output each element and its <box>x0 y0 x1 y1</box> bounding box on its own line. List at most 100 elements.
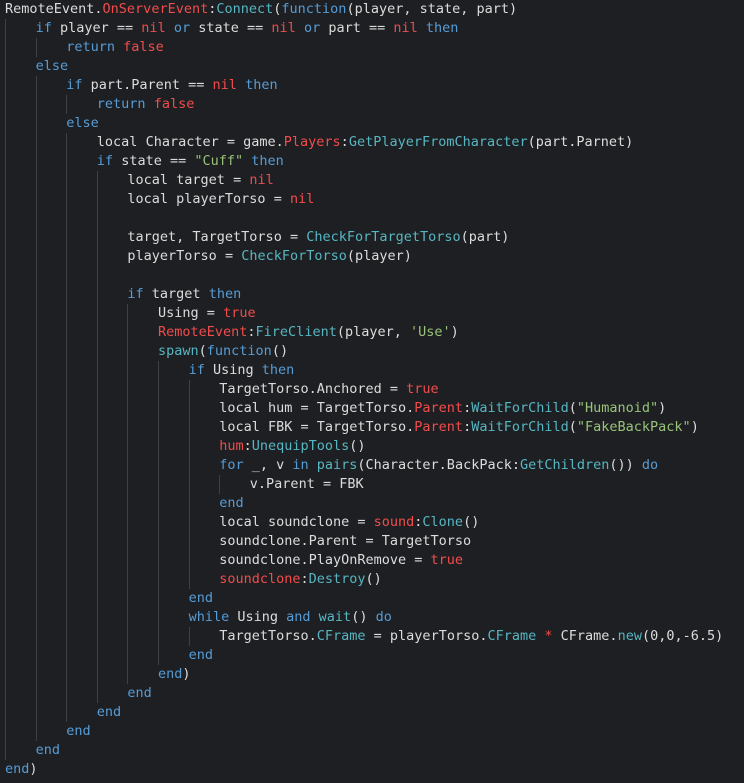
code-line[interactable]: local target = nil <box>0 171 744 190</box>
code-line[interactable]: return false <box>0 38 744 57</box>
indent-guide <box>35 475 37 494</box>
code-line[interactable]: local FBK = TargetTorso.Parent:WaitForCh… <box>0 418 744 437</box>
indent-guide <box>127 361 129 380</box>
code-text: soundclone:Destroy() <box>219 571 382 587</box>
code-token: = <box>233 172 242 188</box>
code-line[interactable]: RemoteEvent.OnServerEvent:Connect(functi… <box>0 0 744 19</box>
code-line[interactable]: if target then <box>0 285 744 304</box>
code-line[interactable]: end <box>0 741 744 760</box>
code-line[interactable] <box>0 209 744 228</box>
indent-guide <box>96 551 98 570</box>
indent-guide <box>5 665 6 684</box>
code-line[interactable]: if player == nil or state == nil or part… <box>0 19 744 38</box>
indent-guide <box>35 399 37 418</box>
code-line[interactable]: local Character = game.Players:GetPlayer… <box>0 133 744 152</box>
code-token: ( <box>568 419 577 435</box>
code-token: end <box>96 704 122 720</box>
code-token: target, TargetTorso <box>127 229 290 245</box>
code-line[interactable]: end <box>0 684 744 703</box>
code-line[interactable]: RemoteEvent:FireClient(player, 'Use') <box>0 323 744 342</box>
indent-guide <box>66 513 68 532</box>
code-line[interactable]: target, TargetTorso = CheckForTargetTors… <box>0 228 744 247</box>
indent-guide <box>35 152 37 171</box>
indent-guide <box>5 627 6 646</box>
code-text: local playerTorso = nil <box>127 191 314 207</box>
code-token: "FakeBackPack" <box>576 419 691 435</box>
indent-guide <box>66 285 68 304</box>
indent-guide <box>5 266 6 285</box>
code-line[interactable]: if Using then <box>0 361 744 380</box>
code-line[interactable]: playerTorso = CheckForTorso(player) <box>0 247 744 266</box>
code-line[interactable]: v.Parent = FBK <box>0 475 744 494</box>
code-line[interactable]: Using = true <box>0 304 744 323</box>
code-line[interactable]: local hum = TargetTorso.Parent:WaitForCh… <box>0 399 744 418</box>
code-line[interactable]: end <box>0 703 744 722</box>
code-line[interactable]: TargetTorso.Anchored = true <box>0 380 744 399</box>
code-line[interactable]: while Using and wait() do <box>0 608 744 627</box>
code-line[interactable]: else <box>0 114 744 133</box>
code-line[interactable]: return false <box>0 95 744 114</box>
code-token: function <box>281 1 347 17</box>
code-line[interactable] <box>0 266 744 285</box>
code-editor[interactable]: RemoteEvent.OnServerEvent:Connect(functi… <box>0 0 744 783</box>
code-line[interactable]: if state == "Cuff" then <box>0 152 744 171</box>
code-line[interactable]: hum:UnequipTools() <box>0 437 744 456</box>
code-token: = <box>224 248 234 264</box>
code-line[interactable]: local playerTorso = nil <box>0 190 744 209</box>
code-text: while Using and wait() do <box>189 609 392 625</box>
code-token: return <box>96 96 146 112</box>
code-line[interactable]: spawn(function() <box>0 342 744 361</box>
indent-guide <box>96 171 98 190</box>
indent-guide <box>96 627 98 646</box>
code-token: GetPlayerFromCharacter <box>348 134 528 150</box>
code-token: do <box>375 609 392 625</box>
code-line[interactable]: end) <box>0 665 744 684</box>
code-text: soundclone.Parent = TargetTorso <box>219 533 471 549</box>
indent-guide <box>96 380 98 399</box>
code-token: new <box>617 628 642 644</box>
code-token: if <box>127 286 144 302</box>
code-token: sound <box>373 514 415 530</box>
code-text: Using = true <box>158 305 256 321</box>
code-token: or <box>303 20 321 36</box>
indent-guide <box>96 570 98 589</box>
indent-guide <box>66 266 68 285</box>
code-text: end <box>219 495 243 511</box>
indent-guide <box>5 513 6 532</box>
indent-guide <box>5 684 6 703</box>
code-line[interactable]: soundclone.PlayOnRemove = true <box>0 551 744 570</box>
code-token: = <box>289 229 299 245</box>
code-line[interactable]: end) <box>0 760 744 779</box>
code-token: v.Parent <box>249 476 323 492</box>
code-line[interactable]: soundclone.Parent = TargetTorso <box>0 532 744 551</box>
code-text: else <box>36 58 69 74</box>
code-line[interactable]: if part.Parent == nil then <box>0 76 744 95</box>
code-line[interactable]: else <box>0 57 744 76</box>
code-text: local target = nil <box>127 172 273 188</box>
code-token: ()) <box>609 457 642 473</box>
indent-guide <box>35 133 37 152</box>
code-line[interactable]: for _, v in pairs(Character.BackPack:Get… <box>0 456 744 475</box>
code-line[interactable]: TargetTorso.CFrame = playerTorso.CFrame … <box>0 627 744 646</box>
code-token: end <box>127 685 152 701</box>
indent-guide <box>127 551 129 570</box>
code-line[interactable]: soundclone:Destroy() <box>0 570 744 589</box>
indent-guide <box>66 304 68 323</box>
code-token: : <box>247 324 256 340</box>
code-token: CFrame <box>487 628 537 644</box>
code-line[interactable]: local soundclone = sound:Clone() <box>0 513 744 532</box>
indent-guide <box>96 646 98 665</box>
code-token: = <box>322 476 332 492</box>
indent-guide <box>5 475 6 494</box>
indent-guide <box>5 741 6 760</box>
code-token: soundclone <box>219 571 301 587</box>
code-token: end <box>5 761 30 777</box>
code-line[interactable]: end <box>0 646 744 665</box>
code-token: : <box>300 571 309 587</box>
code-line[interactable]: end <box>0 722 744 741</box>
code-token: UnequipTools <box>251 438 350 454</box>
code-line[interactable]: end <box>0 494 744 513</box>
code-token: local soundclone <box>219 514 358 530</box>
code-line[interactable]: end <box>0 589 744 608</box>
